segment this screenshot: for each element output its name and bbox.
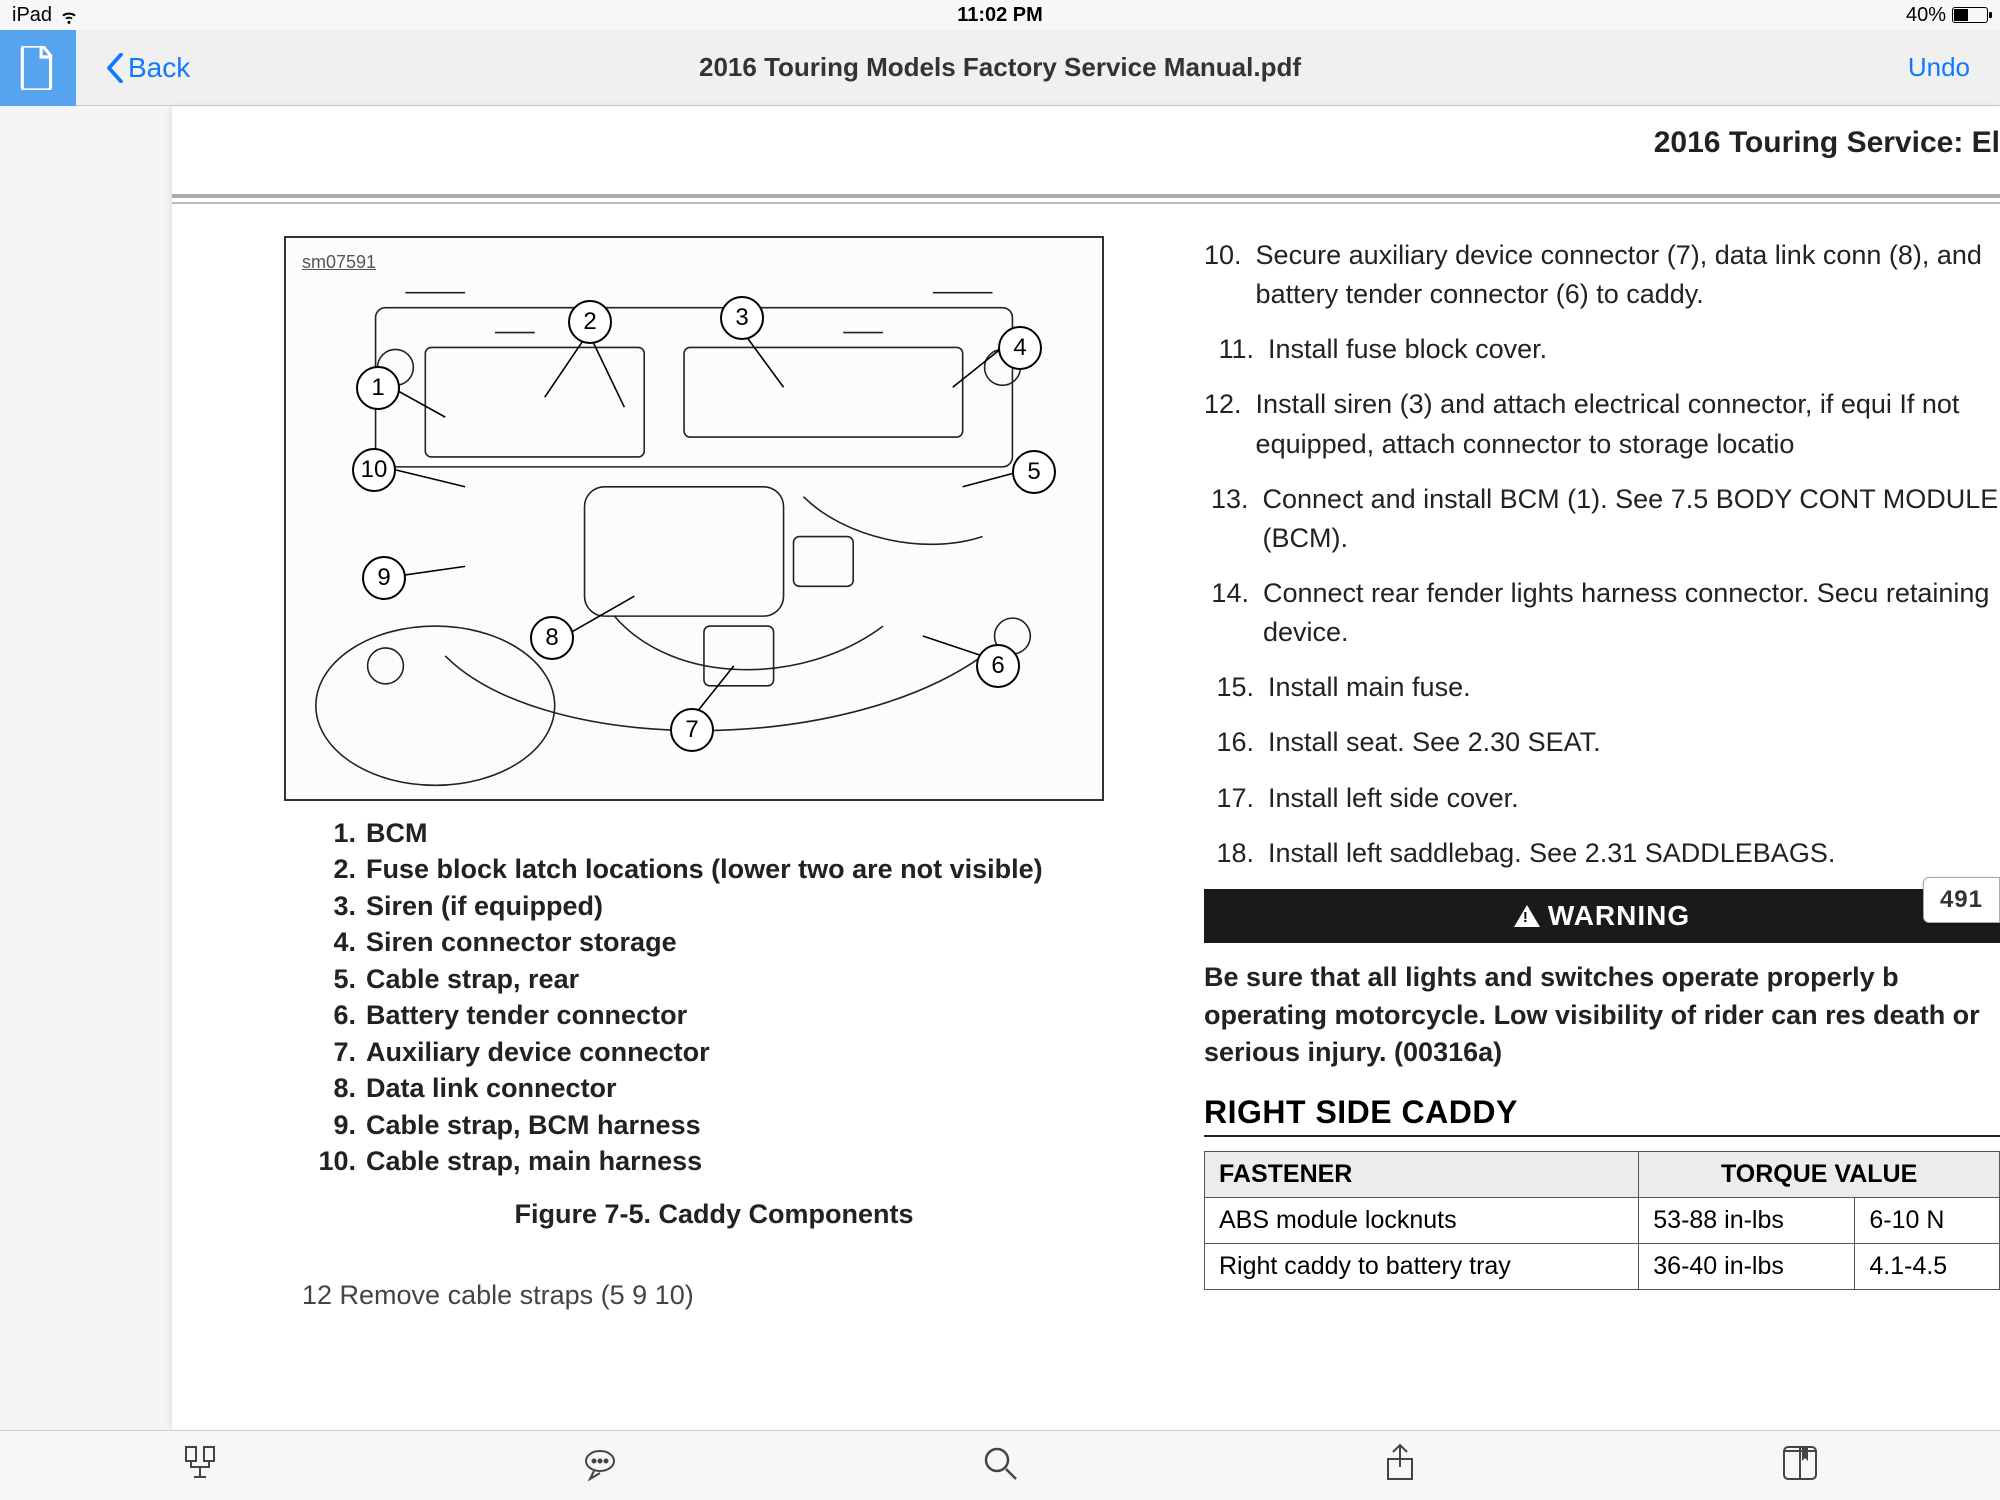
section-heading: RIGHT SIDE CADDY xyxy=(1204,1094,2000,1137)
page-content: sm07591 xyxy=(284,236,2000,1430)
document-icon xyxy=(19,46,57,90)
back-label: Back xyxy=(128,52,190,84)
search-icon[interactable] xyxy=(980,1443,1020,1488)
torque-table: FASTENER TORQUE VALUE ABS module locknut… xyxy=(1204,1151,2000,1290)
install-steps: 10.Secure auxiliary device connector (7)… xyxy=(1204,236,2000,873)
left-column: sm07591 xyxy=(284,236,1144,1430)
callout-4: 4 xyxy=(998,326,1042,370)
bottom-toolbar xyxy=(0,1430,2000,1500)
warning-text: Be sure that all lights and switches ope… xyxy=(1204,959,2000,1072)
annotate-icon[interactable] xyxy=(580,1443,620,1488)
callout-7: 7 xyxy=(670,708,714,752)
page-number-badge[interactable]: 491 xyxy=(1923,877,2000,923)
callout-5: 5 xyxy=(1012,450,1056,494)
figure-caption: Figure 7-5. Caddy Components xyxy=(284,1199,1144,1230)
cutoff-text: 12 Remove cable straps (5 9 10) xyxy=(284,1280,1144,1311)
warning-triangle-icon xyxy=(1514,905,1540,927)
th-fastener: FASTENER xyxy=(1205,1152,1639,1198)
callout-1: 1 xyxy=(356,366,400,410)
callout-6: 6 xyxy=(976,644,1020,688)
battery-icon xyxy=(1952,7,1988,23)
wifi-icon xyxy=(60,8,80,22)
right-column: 10.Secure auxiliary device connector (7)… xyxy=(1204,236,2000,1430)
ios-status-bar: iPad 11:02 PM 40% xyxy=(0,0,2000,30)
callout-8: 8 xyxy=(530,616,574,660)
clock: 11:02 PM xyxy=(671,4,1330,27)
pdf-page[interactable]: 2016 Touring Service: El sm07591 xyxy=(172,106,2000,1430)
running-header: 2016 Touring Service: El xyxy=(1654,126,2000,160)
figure-legend: 1.BCM 2.Fuse block latch locations (lowe… xyxy=(284,815,1144,1179)
callout-10: 10 xyxy=(352,448,396,492)
table-row: Right caddy to battery tray 36-40 in-lbs… xyxy=(1205,1244,2000,1290)
header-rule-thin xyxy=(172,202,2000,204)
bookmarks-icon[interactable] xyxy=(1780,1443,1820,1488)
app-toolbar: Back 2016 Touring Models Factory Service… xyxy=(0,30,2000,106)
callout-9: 9 xyxy=(362,556,406,600)
th-torque: TORQUE VALUE xyxy=(1639,1152,2000,1198)
back-button[interactable]: Back xyxy=(106,52,190,84)
warning-label: WARNING xyxy=(1548,900,1690,932)
outline-icon[interactable] xyxy=(180,1443,220,1488)
device-label: iPad xyxy=(12,4,52,27)
battery-percent: 40% xyxy=(1906,4,1946,27)
warning-heading: WARNING 491 xyxy=(1204,889,2000,943)
document-title: 2016 Touring Models Factory Service Manu… xyxy=(699,52,1301,83)
share-icon[interactable] xyxy=(1380,1443,1420,1488)
table-row: ABS module locknuts 53-88 in-lbs 6-10 N xyxy=(1205,1198,2000,1244)
documents-button[interactable] xyxy=(0,30,76,106)
figure-7-5: sm07591 xyxy=(284,236,1104,801)
chevron-left-icon xyxy=(106,53,124,83)
callout-2: 2 xyxy=(568,300,612,344)
callout-3: 3 xyxy=(720,296,764,340)
header-rule-thick xyxy=(172,194,2000,198)
undo-button[interactable]: Undo xyxy=(1908,52,1970,83)
